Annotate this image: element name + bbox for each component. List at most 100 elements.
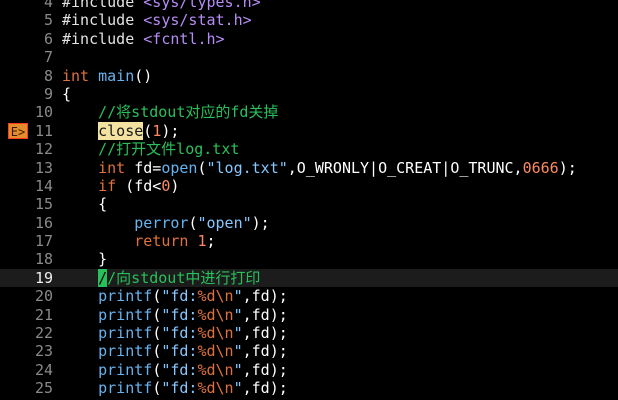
code-text[interactable]: printf("fd:%d\n",fd);: [62, 361, 288, 379]
code-token: "fd:: [161, 360, 198, 379]
code-token: "fd:: [161, 379, 198, 398]
line-number: 11: [34, 121, 53, 140]
code-line[interactable]: 24 printf("fd:%d\n",fd);: [0, 361, 618, 379]
code-line[interactable]: 8 int main(): [0, 67, 618, 85]
code-token: return: [134, 232, 189, 251]
code-text[interactable]: close(1);: [62, 121, 179, 140]
code-token: 1: [197, 232, 207, 251]
code-token: (: [152, 360, 162, 379]
code-line[interactable]: 19 //向stdout中进行打印: [0, 268, 618, 288]
code-token: "open": [197, 213, 252, 232]
line-number: 10: [34, 103, 53, 122]
code-text[interactable]: //打开文件log.txt: [62, 140, 239, 158]
line-number: 7: [43, 48, 53, 67]
code-token: ,fd);: [242, 305, 288, 324]
code-line[interactable]: 5 #include <sys/stat.h>: [0, 11, 618, 29]
code-token: ,fd);: [242, 342, 288, 361]
code-token: (): [134, 66, 153, 85]
code-token: (: [152, 305, 162, 324]
code-token: (: [152, 379, 162, 398]
line-number: 23: [34, 342, 53, 361]
code-token: printf: [98, 287, 153, 306]
code-text[interactable]: {: [62, 195, 107, 213]
code-text[interactable]: }: [62, 250, 107, 268]
line-number: 21: [34, 305, 53, 324]
code-token: #include: [62, 29, 144, 48]
code-text[interactable]: //向stdout中进行打印: [62, 268, 260, 287]
code-line[interactable]: 9{: [0, 85, 618, 103]
code-token: <sys/types.h>: [143, 0, 261, 11]
code-text[interactable]: {: [62, 85, 71, 103]
code-token: ,O_WRONLY|O_CREAT|O_TRUNC,: [287, 158, 523, 177]
code-token: %d\n: [197, 287, 234, 306]
code-line[interactable]: 21 printf("fd:%d\n",fd);: [0, 306, 618, 324]
line-number: 14: [34, 176, 53, 195]
line-number: 18: [34, 250, 53, 269]
code-token: (fd<: [116, 176, 162, 195]
code-line[interactable]: 15 {: [0, 195, 618, 213]
code-line[interactable]: 23 printf("fd:%d\n",fd);: [0, 342, 618, 360]
code-token: ": [233, 360, 243, 379]
text-cursor: /: [98, 268, 108, 287]
code-text[interactable]: printf("fd:%d\n",fd);: [62, 379, 288, 397]
line-number: 25: [34, 379, 53, 398]
code-token: "fd:: [161, 324, 198, 343]
code-text[interactable]: return 1;: [62, 232, 215, 251]
code-line[interactable]: 18 }: [0, 250, 618, 268]
code-text[interactable]: printf("fd:%d\n",fd);: [62, 324, 288, 342]
line-number: 22: [34, 324, 53, 343]
code-line[interactable]: E> 11 close(1);: [0, 121, 618, 140]
code-line[interactable]: 20 printf("fd:%d\n",fd);: [0, 287, 618, 305]
line-number: 5: [43, 11, 53, 30]
code-text[interactable]: int fd=open("log.txt",O_WRONLY|O_CREAT|O…: [62, 159, 577, 177]
code-text[interactable]: #include <sys/stat.h>: [62, 11, 252, 29]
code-line[interactable]: 6 #include <fcntl.h>: [0, 30, 618, 48]
code-token: printf: [98, 342, 153, 361]
code-text[interactable]: #include <sys/types.h>: [62, 0, 261, 11]
code-token: main: [98, 66, 135, 85]
code-text[interactable]: printf("fd:%d\n",fd);: [62, 287, 288, 305]
code-line[interactable]: 12 //打开文件log.txt: [0, 140, 618, 158]
code-token: %d\n: [197, 324, 234, 343]
code-text[interactable]: perror("open");: [62, 213, 270, 232]
code-line[interactable]: 16 perror("open");: [0, 214, 618, 232]
line-number: 6: [43, 29, 53, 48]
code-line[interactable]: 14 if (fd<0): [0, 177, 618, 195]
code-line[interactable]: 22 printf("fd:%d\n",fd);: [0, 324, 618, 342]
code-line[interactable]: 17 return 1;: [0, 232, 618, 250]
code-text[interactable]: printf("fd:%d\n",fd);: [62, 342, 288, 360]
code-text[interactable]: //将stdout对应的fd关掉: [62, 103, 278, 121]
code-token: ": [233, 305, 243, 324]
code-line[interactable]: 7: [0, 48, 618, 66]
code-token: ": [233, 379, 243, 398]
code-text[interactable]: int main(): [62, 67, 152, 85]
line-number: 24: [34, 360, 53, 379]
code-editor[interactable]: 4 #include <sys/types.h> 5 #include <sys/st…: [0, 0, 618, 400]
code-token: (: [143, 121, 153, 140]
code-line[interactable]: 10 //将stdout对应的fd关掉: [0, 103, 618, 121]
code-text[interactable]: if (fd<0): [62, 177, 179, 195]
code-token: int: [98, 158, 126, 177]
code-token: printf: [98, 305, 153, 324]
code-token: ": [233, 342, 243, 361]
code-token: ": [233, 287, 243, 306]
code-token: }: [62, 250, 108, 269]
line-number: 4: [43, 0, 53, 11]
code-line[interactable]: 25 printf("fd:%d\n",fd);: [0, 379, 618, 397]
code-text[interactable]: #include <fcntl.h>: [62, 30, 225, 48]
code-token: );: [251, 213, 270, 232]
code-line[interactable]: 13 int fd=open("log.txt",O_WRONLY|O_CREA…: [0, 159, 618, 177]
code-line[interactable]: 4 #include <sys/types.h>: [0, 0, 618, 11]
code-token: ,fd);: [242, 360, 288, 379]
code-token: "fd:: [161, 305, 198, 324]
code-text[interactable]: printf("fd:%d\n",fd);: [62, 306, 288, 324]
